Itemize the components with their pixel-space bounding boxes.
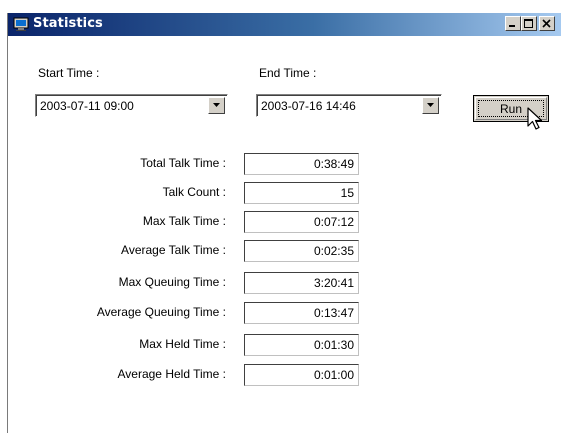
stat-value-max-queuing-time: 3:20:41 [313, 276, 354, 290]
window-title: Statistics [33, 16, 103, 31]
stat-value-talk-count: 15 [340, 186, 354, 200]
statistics-window: Statistics Start Time : End Time : 2003-… [7, 13, 561, 433]
stat-value-max-held-time: 0:01:30 [313, 338, 354, 352]
start-time-value: 2003-07-11 09:00 [40, 99, 134, 113]
minimize-icon [509, 25, 515, 27]
stat-value-max-talk-time: 0:07:12 [313, 215, 354, 229]
stat-field-max-held-time: 0:01:30 [244, 334, 359, 356]
stat-label-talk-count: Talk Count : [162, 185, 226, 199]
stat-field-total-talk-time: 0:38:49 [244, 153, 359, 175]
start-time-dropdown-button[interactable] [208, 97, 225, 114]
close-icon [542, 19, 551, 28]
maximize-icon [524, 19, 533, 28]
stat-field-max-talk-time: 0:07:12 [244, 211, 359, 233]
close-button[interactable] [539, 16, 555, 31]
end-time-dropdown-button[interactable] [422, 97, 439, 114]
stat-label-average-held-time: Average Held Time : [117, 367, 227, 381]
minimize-button[interactable] [505, 16, 521, 31]
end-time-value: 2003-07-16 14:46 [261, 99, 356, 113]
stat-label-total-talk-time: Total Talk Time : [140, 156, 226, 170]
stat-label-max-talk-time: Max Talk Time : [142, 214, 226, 228]
mouse-cursor-icon [527, 107, 543, 130]
stat-field-average-talk-time: 0:02:35 [244, 240, 359, 262]
stat-value-total-talk-time: 0:38:49 [313, 157, 354, 171]
end-time-select[interactable]: 2003-07-16 14:46 [256, 94, 442, 117]
stat-field-average-held-time: 0:01:00 [244, 364, 359, 386]
stat-label-max-held-time: Max Held Time : [139, 337, 226, 351]
stat-label-average-queuing-time: Average Queuing Time : [96, 305, 226, 319]
start-time-label: Start Time : [38, 66, 100, 80]
stat-field-average-queuing-time: 0:13:47 [244, 302, 359, 324]
end-time-label: End Time : [259, 66, 317, 80]
title-bar[interactable]: Statistics [8, 13, 561, 36]
stat-value-average-talk-time: 0:02:35 [313, 244, 354, 258]
start-time-select[interactable]: 2003-07-11 09:00 [35, 94, 228, 117]
stat-field-max-queuing-time: 3:20:41 [244, 272, 359, 294]
chevron-down-icon [427, 103, 434, 107]
stat-value-average-queuing-time: 0:13:47 [313, 306, 354, 320]
stat-label-max-queuing-time: Max Queuing Time : [118, 275, 226, 289]
maximize-button[interactable] [521, 16, 537, 31]
app-icon [13, 17, 29, 31]
stat-label-average-talk-time: Average Talk Time : [121, 243, 226, 257]
stat-value-average-held-time: 0:01:00 [313, 368, 354, 382]
stat-field-talk-count: 15 [244, 182, 359, 204]
chevron-down-icon [213, 103, 220, 107]
